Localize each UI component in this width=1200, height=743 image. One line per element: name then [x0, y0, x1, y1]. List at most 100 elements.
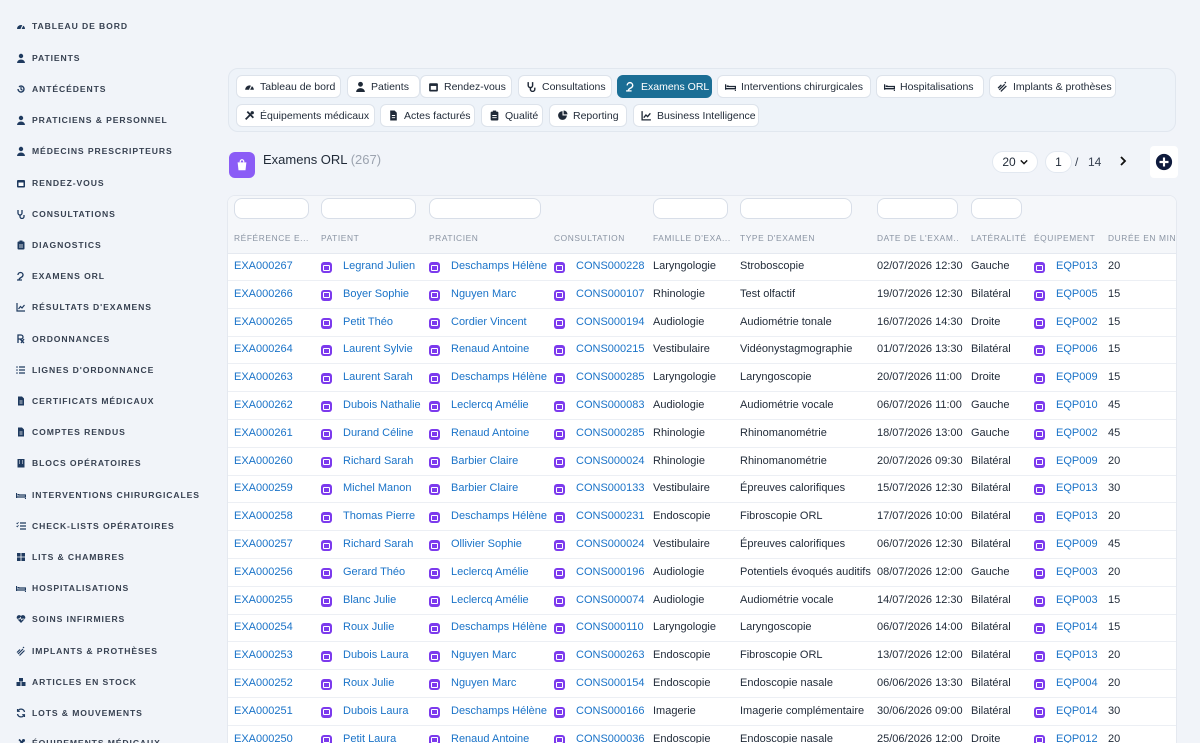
table-row[interactable]: EXA000267 Legrand Julien Deschamps Hélène C… [228, 253, 1176, 281]
cell-consultation[interactable]: CONS000263 [576, 649, 645, 661]
tab-qualite[interactable]: Qualité [481, 104, 543, 127]
column-filter-input[interactable] [234, 198, 309, 219]
cell-praticien[interactable]: Deschamps Hélène [451, 260, 547, 272]
cell-praticien[interactable]: Deschamps Hélène [451, 510, 547, 522]
sidebar-item-patients[interactable]: PATIENTS [16, 49, 80, 67]
cell-patient[interactable]: Thomas Pierre [343, 510, 415, 522]
cell-equipement[interactable]: EQP013 [1056, 649, 1098, 661]
table-row[interactable]: EXA000255 Blanc Julie Leclercq Amélie CONS0… [228, 587, 1176, 615]
cell-patient[interactable]: Roux Julie [343, 621, 394, 633]
cell-consultation[interactable]: CONS000110 [576, 621, 644, 633]
cell-equipement[interactable]: EQP003 [1056, 566, 1098, 578]
sidebar-item-lots-mouvements[interactable]: LOTS & MOUVEMENTS [16, 704, 143, 722]
page-size-select[interactable]: 20 [992, 151, 1038, 173]
sidebar-item-examens-orl[interactable]: EXAMENS ORL [16, 267, 105, 285]
cell-consultation[interactable]: CONS000083 [576, 399, 645, 411]
table-row[interactable]: EXA000264 Laurent Sylvie Renaud Antoine CON… [228, 336, 1176, 365]
sidebar-item-soins-infirmiers[interactable]: SOINS INFIRMIERS [16, 610, 125, 628]
table-row[interactable]: EXA000260 Richard Sarah Barbier Claire CONS… [228, 448, 1176, 476]
cell-praticien[interactable]: Nguyen Marc [451, 677, 516, 689]
cell-praticien[interactable]: Cordier Vincent [451, 316, 527, 328]
next-page-button[interactable] [1115, 153, 1131, 169]
cell-praticien[interactable]: Leclercq Amélie [451, 399, 529, 411]
table-row[interactable]: EXA000265 Petit Théo Cordier Vincent CONS00… [228, 309, 1176, 337]
cell-praticien[interactable]: Renaud Antoine [451, 733, 529, 743]
cell-reference[interactable]: EXA000267 [234, 260, 293, 272]
tab-reporting[interactable]: Reporting [549, 104, 627, 127]
cell-patient[interactable]: Gerard Théo [343, 566, 405, 578]
cell-equipement[interactable]: EQP010 [1056, 399, 1098, 411]
sidebar-item-comptes-rendus[interactable]: COMPTES RENDUS [16, 423, 126, 441]
cell-consultation[interactable]: CONS000024 [576, 538, 645, 550]
sidebar-item-consultations[interactable]: CONSULTATIONS [16, 205, 116, 223]
column-header-equipement[interactable]: ÉQUIPEMENT [1034, 233, 1095, 243]
tab-interventions-chirurgicales[interactable]: Interventions chirurgicales [717, 75, 871, 98]
tab-patients[interactable]: Patients [347, 75, 420, 98]
cell-reference[interactable]: EXA000259 [234, 482, 293, 494]
cell-praticien[interactable]: Nguyen Marc [451, 288, 516, 300]
cell-praticien[interactable]: Deschamps Hélène [451, 705, 547, 717]
sidebar-item-antecedents[interactable]: ANTÉCÉDENTS [16, 80, 106, 98]
tab-implants-protheses[interactable]: Implants & prothèses [989, 75, 1116, 98]
tab-hospitalisations[interactable]: Hospitalisations [876, 75, 984, 98]
cell-patient[interactable]: Roux Julie [343, 677, 394, 689]
sidebar-item-interventions-chirurgicales[interactable]: INTERVENTIONS CHIRURGICALES [16, 486, 200, 504]
add-button[interactable] [1150, 146, 1178, 178]
cell-reference[interactable]: EXA000253 [234, 649, 293, 661]
cell-patient[interactable]: Petit Théo [343, 316, 393, 328]
cell-reference[interactable]: EXA000257 [234, 538, 293, 550]
table-row[interactable]: EXA000251 Dubois Laura Deschamps Hélène CON… [228, 698, 1176, 726]
column-filter-input[interactable] [653, 198, 728, 219]
table-row[interactable]: EXA000250 Petit Laura Renaud Antoine CONS00… [228, 726, 1176, 743]
table-row[interactable]: EXA000266 Boyer Sophie Nguyen Marc CONS0001… [228, 281, 1176, 309]
cell-equipement[interactable]: EQP005 [1056, 288, 1098, 300]
column-filter-input[interactable] [877, 198, 958, 219]
cell-patient[interactable]: Michel Manon [343, 482, 411, 494]
column-header-type-examen[interactable]: TYPE D'EXAMEN [740, 233, 815, 243]
cell-praticien[interactable]: Renaud Antoine [451, 427, 529, 439]
sidebar-item-lignes-d-ordonnance[interactable]: LIGNES D'ORDONNANCE [16, 361, 154, 379]
column-header-praticien[interactable]: PRATICIEN [429, 233, 478, 243]
column-header-date-examen[interactable]: DATE DE L'EXAM... [877, 233, 959, 243]
cell-consultation[interactable]: CONS000228 [576, 260, 645, 272]
column-filter-input[interactable] [971, 198, 1022, 219]
sidebar-item-certificats-medicaux[interactable]: CERTIFICATS MÉDICAUX [16, 392, 154, 410]
page-input[interactable]: 1 [1045, 151, 1072, 173]
cell-consultation[interactable]: CONS000107 [576, 288, 645, 300]
cell-patient[interactable]: Dubois Laura [343, 705, 408, 717]
cell-reference[interactable]: EXA000250 [234, 733, 293, 743]
cell-patient[interactable]: Boyer Sophie [343, 288, 409, 300]
cell-equipement[interactable]: EQP013 [1056, 482, 1098, 494]
column-header-consultation[interactable]: CONSULTATION [554, 233, 625, 243]
cell-equipement[interactable]: EQP004 [1056, 677, 1098, 689]
sidebar-item-ordonnances[interactable]: ORDONNANCES [16, 330, 110, 348]
cell-equipement[interactable]: EQP012 [1056, 733, 1098, 743]
cell-patient[interactable]: Legrand Julien [343, 260, 415, 272]
cell-praticien[interactable]: Ollivier Sophie [451, 538, 522, 550]
sidebar-item-blocs-operatoires[interactable]: BLOCS OPÉRATOIRES [16, 454, 142, 472]
cell-praticien[interactable]: Nguyen Marc [451, 649, 516, 661]
table-row[interactable]: EXA000253 Dubois Laura Nguyen Marc CONS0002… [228, 642, 1176, 671]
cell-equipement[interactable]: EQP013 [1056, 260, 1098, 272]
sidebar-item-lits-chambres[interactable]: LITS & CHAMBRES [16, 548, 125, 566]
cell-reference[interactable]: EXA000263 [234, 371, 293, 383]
cell-reference[interactable]: EXA000262 [234, 399, 293, 411]
table-row[interactable]: EXA000258 Thomas Pierre Deschamps Hélène CO… [228, 503, 1176, 532]
sidebar-item-praticiens-personnel[interactable]: PRATICIENS & PERSONNEL [16, 111, 168, 129]
table-row[interactable]: EXA000254 Roux Julie Deschamps Hélène CONS0… [228, 614, 1176, 643]
sidebar-item-diagnostics[interactable]: DIAGNOSTICS [16, 236, 102, 254]
tab-consultations[interactable]: Consultations [518, 75, 612, 98]
cell-reference[interactable]: EXA000265 [234, 316, 293, 328]
column-header-lateralite[interactable]: LATÉRALITÉ [971, 233, 1027, 243]
column-header-patient[interactable]: PATIENT [321, 233, 359, 243]
cell-reference[interactable]: EXA000260 [234, 455, 293, 467]
sidebar-item-rendez-vous[interactable]: RENDEZ-VOUS [16, 174, 104, 192]
cell-equipement[interactable]: EQP013 [1056, 510, 1098, 522]
cell-reference[interactable]: EXA000252 [234, 677, 293, 689]
cell-praticien[interactable]: Barbier Claire [451, 482, 518, 494]
cell-consultation[interactable]: CONS000194 [576, 316, 645, 328]
sidebar-item-equipements-medicaux[interactable]: ÉQUIPEMENTS MÉDICAUX [16, 734, 161, 743]
sidebar-item-medecins-prescripteurs[interactable]: MÉDECINS PRESCRIPTEURS [16, 142, 173, 160]
tab-tableau-de-bord[interactable]: Tableau de bord [236, 75, 341, 98]
cell-praticien[interactable]: Deschamps Hélène [451, 621, 547, 633]
